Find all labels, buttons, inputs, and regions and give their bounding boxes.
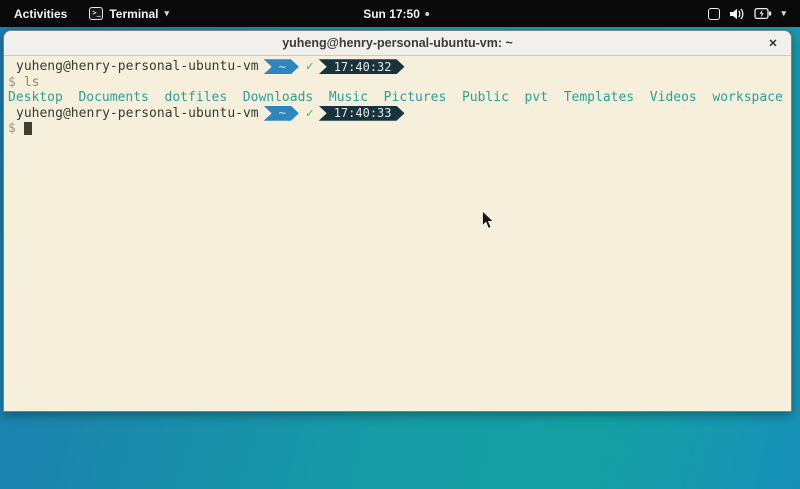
powerline-path-segment: ~ xyxy=(264,106,299,121)
powerline-time-segment: 17:40:32 xyxy=(319,59,405,74)
top-bar-left: Activities >_ Terminal ▾ xyxy=(0,5,169,23)
battery-charging-icon xyxy=(754,7,772,20)
command-line: $ ls xyxy=(8,75,787,91)
terminal-icon: >_ xyxy=(89,7,103,20)
clock-button[interactable]: Sun 17:50 xyxy=(363,0,429,27)
prompt-line-1: yuheng@henry-personal-ubuntu-vm ~ ✓ 17:4… xyxy=(8,59,787,75)
terminal-content[interactable]: yuheng@henry-personal-ubuntu-vm ~ ✓ 17:4… xyxy=(4,56,791,411)
volume-icon xyxy=(729,7,745,21)
system-status-area[interactable]: ▾ xyxy=(702,0,792,27)
terminal-window: yuheng@henry-personal-ubuntu-vm: ~ × yuh… xyxy=(3,30,792,412)
chevron-down-icon: ▾ xyxy=(164,9,169,18)
directory-listing: Desktop Documents dotfiles Downloads Mus… xyxy=(8,90,787,106)
powerline-path-segment: ~ xyxy=(264,59,299,74)
app-menu-label: Terminal xyxy=(109,7,158,21)
top-bar: Activities >_ Terminal ▾ Sun 17:50 ▾ xyxy=(0,0,800,27)
chevron-down-icon: ▾ xyxy=(781,9,786,18)
command-text: ls xyxy=(24,75,40,90)
prompt-user-host: yuheng@henry-personal-ubuntu-vm xyxy=(8,59,259,74)
window-titlebar[interactable]: yuheng@henry-personal-ubuntu-vm: ~ × xyxy=(4,31,791,56)
status-check-icon: ✓ xyxy=(306,106,314,121)
screen: Activities >_ Terminal ▾ Sun 17:50 ▾ xyxy=(0,0,800,489)
app-menu-button[interactable]: >_ Terminal ▾ xyxy=(89,7,169,21)
close-icon[interactable]: × xyxy=(769,35,777,49)
text-cursor xyxy=(24,122,32,135)
clock-label: Sun 17:50 xyxy=(363,7,420,21)
activities-button[interactable]: Activities xyxy=(10,5,71,23)
screen-icon xyxy=(708,8,720,20)
powerline-time-segment: 17:40:33 xyxy=(319,106,405,121)
prompt-symbol: $ xyxy=(8,121,16,136)
prompt-user-host: yuheng@henry-personal-ubuntu-vm xyxy=(8,106,259,121)
mouse-cursor xyxy=(481,210,495,230)
input-line: $ xyxy=(8,121,787,137)
prompt-symbol: $ xyxy=(8,75,16,90)
window-title: yuheng@henry-personal-ubuntu-vm: ~ xyxy=(282,36,513,50)
status-check-icon: ✓ xyxy=(306,59,314,74)
prompt-line-2: yuheng@henry-personal-ubuntu-vm ~ ✓ 17:4… xyxy=(8,106,787,122)
notification-dot-icon xyxy=(425,12,429,16)
